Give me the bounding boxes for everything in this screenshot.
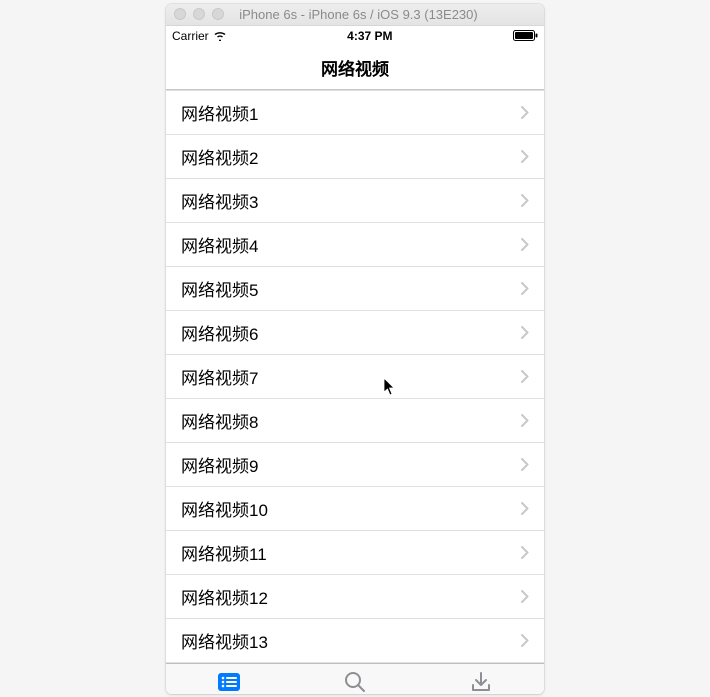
tab-item-search[interactable]: Search	[292, 664, 418, 694]
status-bar-left: Carrier	[172, 29, 227, 43]
list-item-label: 网络视频10	[181, 496, 268, 521]
window-title: iPhone 6s - iPhone 6s / iOS 9.3 (13E230)	[231, 7, 536, 22]
chevron-right-icon	[521, 194, 529, 207]
chevron-right-icon	[521, 546, 529, 559]
minimize-window-button[interactable]	[193, 8, 205, 20]
list-item[interactable]: 网络视频9	[166, 443, 544, 487]
list-item-label: 网络视频7	[181, 364, 258, 389]
list-item[interactable]: 网络视频13	[166, 619, 544, 663]
carrier-label: Carrier	[172, 29, 209, 43]
chevron-right-icon	[521, 106, 529, 119]
list-item[interactable]: 网络视频7	[166, 355, 544, 399]
phone-screen: Carrier 4:37 PM 网络视频	[166, 26, 544, 694]
list-item-label: 网络视频3	[181, 188, 258, 213]
chevron-right-icon	[521, 502, 529, 515]
video-list[interactable]: 网络视频1 网络视频2 网络视频3 网络视频4 网络视频5 网络视频6	[166, 90, 544, 663]
navigation-bar: 网络视频	[166, 46, 544, 90]
search-icon	[343, 669, 367, 694]
list-item[interactable]: 网络视频1	[166, 91, 544, 135]
list-item-label: 网络视频12	[181, 584, 268, 609]
chevron-right-icon	[521, 370, 529, 383]
navigation-title: 网络视频	[321, 55, 389, 80]
list-item-label: 网络视频13	[181, 628, 268, 653]
list-item[interactable]: 网络视频12	[166, 575, 544, 619]
list-item-label: 网络视频2	[181, 144, 258, 169]
list-item[interactable]: 网络视频2	[166, 135, 544, 179]
close-window-button[interactable]	[174, 8, 186, 20]
list-item-label: 网络视频1	[181, 100, 258, 125]
chevron-right-icon	[521, 458, 529, 471]
list-item[interactable]: 网络视频11	[166, 531, 544, 575]
macos-title-bar: iPhone 6s - iPhone 6s / iOS 9.3 (13E230)	[166, 4, 544, 26]
list-item-label: 网络视频11	[181, 540, 267, 565]
list-item-label: 网络视频6	[181, 320, 258, 345]
chevron-right-icon	[521, 238, 529, 251]
list-item-label: 网络视频8	[181, 408, 258, 433]
chevron-right-icon	[521, 590, 529, 603]
chevron-right-icon	[521, 282, 529, 295]
battery-icon	[513, 30, 538, 41]
list-item-label: 网络视频4	[181, 232, 258, 257]
simulator-window: iPhone 6s - iPhone 6s / iOS 9.3 (13E230)…	[166, 4, 544, 694]
chevron-right-icon	[521, 326, 529, 339]
list-item[interactable]: 网络视频4	[166, 223, 544, 267]
ios-status-bar: Carrier 4:37 PM	[166, 26, 544, 46]
status-bar-time: 4:37 PM	[347, 29, 392, 43]
tab-bar: Most Viewed Search Downloads	[166, 663, 544, 694]
download-icon	[469, 669, 493, 694]
chevron-right-icon	[521, 150, 529, 163]
list-item-label: 网络视频9	[181, 452, 258, 477]
tab-item-most-viewed[interactable]: Most Viewed	[166, 664, 292, 694]
list-item[interactable]: 网络视频6	[166, 311, 544, 355]
list-item[interactable]: 网络视频8	[166, 399, 544, 443]
list-item-label: 网络视频5	[181, 276, 258, 301]
zoom-window-button[interactable]	[212, 8, 224, 20]
list-item[interactable]: 网络视频3	[166, 179, 544, 223]
chevron-right-icon	[521, 634, 529, 647]
chevron-right-icon	[521, 414, 529, 427]
wifi-icon	[213, 30, 227, 41]
list-item[interactable]: 网络视频10	[166, 487, 544, 531]
list-icon	[216, 669, 242, 694]
tab-item-downloads[interactable]: Downloads	[418, 664, 544, 694]
list-item[interactable]: 网络视频5	[166, 267, 544, 311]
